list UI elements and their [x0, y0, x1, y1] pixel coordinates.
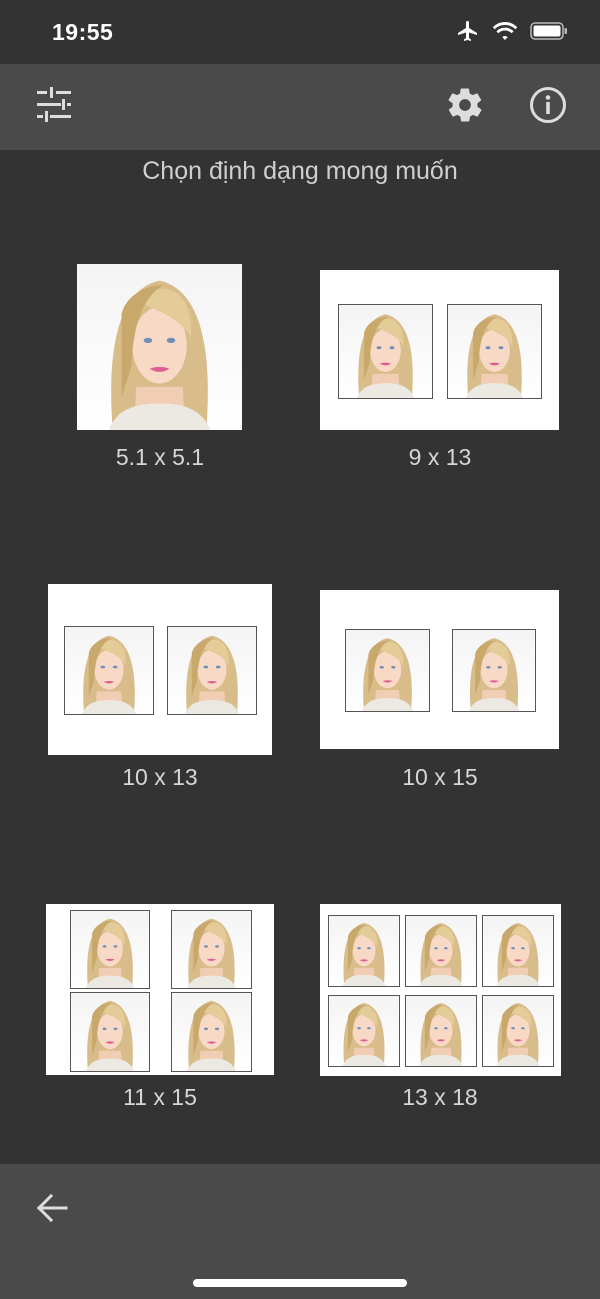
- format-label: 11 x 15: [123, 1084, 197, 1110]
- back-button[interactable]: [30, 1188, 74, 1232]
- format-label: 9 x 13: [408, 444, 472, 470]
- bottom-bar: [0, 1164, 600, 1299]
- portrait-image: [419, 923, 463, 986]
- portrait-image: [342, 1003, 386, 1066]
- format-preview: [77, 264, 242, 430]
- portrait-image: [496, 1003, 540, 1066]
- id-photo-thumbnail: [171, 910, 252, 989]
- format-label: 10 x 13: [122, 764, 198, 790]
- status-bar: 19:55: [0, 0, 600, 64]
- id-photo-thumbnail: [328, 915, 400, 987]
- portrait-image: [362, 638, 413, 711]
- status-time: 19:55: [52, 19, 114, 45]
- id-photo-thumbnail: [345, 629, 430, 712]
- id-photo-thumbnail: [452, 629, 536, 712]
- status-icons: [456, 20, 568, 46]
- top-toolbar: [0, 64, 600, 150]
- id-photo-thumbnail: [77, 264, 242, 430]
- portrait-image: [82, 635, 136, 714]
- format-label: 10 x 15: [402, 764, 478, 790]
- format-option-11x15[interactable]: 11 x 15: [40, 904, 280, 1114]
- id-photo-thumbnail: [405, 995, 477, 1067]
- id-photo-thumbnail: [338, 304, 433, 399]
- home-indicator: [193, 1279, 407, 1287]
- battery-icon: [530, 21, 568, 46]
- id-photo-thumbnail: [171, 992, 252, 1072]
- id-photo-thumbnail: [328, 995, 400, 1067]
- format-label: 13 x 18: [402, 1084, 478, 1110]
- portrait-image: [419, 1003, 463, 1066]
- format-option-10x13[interactable]: 10 x 13: [40, 584, 280, 794]
- format-picker-screen: 19:55 Chọn định dạng mong muốn 5.1 x 5.1…: [0, 0, 600, 1299]
- portrait-image: [496, 923, 540, 986]
- id-photo-thumbnail: [482, 915, 554, 987]
- id-photo-thumbnail: [447, 304, 542, 399]
- format-option-10x15[interactable]: 10 x 15: [320, 590, 560, 800]
- info-button[interactable]: [526, 85, 570, 129]
- portrait-image: [185, 635, 239, 714]
- sliders-button[interactable]: [32, 85, 76, 129]
- portrait-image: [187, 918, 236, 988]
- id-photo-thumbnail: [167, 626, 257, 715]
- back-arrow-icon: [35, 1191, 69, 1230]
- format-option-13x18[interactable]: 13 x 18: [320, 904, 561, 1114]
- portrait-image: [86, 1000, 134, 1071]
- info-icon: [528, 85, 568, 130]
- sliders-icon: [34, 85, 74, 130]
- portrait-image: [466, 314, 523, 398]
- wifi-icon: [492, 21, 518, 46]
- id-photo-thumbnail: [64, 626, 154, 715]
- format-preview: [48, 584, 272, 755]
- format-option-5x5[interactable]: 5.1 x 5.1: [40, 264, 280, 474]
- format-preview: [320, 270, 559, 430]
- gear-icon: [445, 85, 485, 130]
- format-label: 5.1 x 5.1: [115, 444, 205, 470]
- format-preview: [320, 590, 559, 749]
- id-photo-thumbnail: [405, 915, 477, 987]
- format-preview: [46, 904, 274, 1075]
- format-preview: [320, 904, 561, 1076]
- portrait-image: [86, 918, 134, 988]
- format-option-9x13[interactable]: 9 x 13: [320, 270, 560, 480]
- id-photo-thumbnail: [70, 992, 150, 1072]
- settings-button[interactable]: [443, 85, 487, 129]
- portrait-image: [108, 280, 211, 430]
- portrait-image: [357, 314, 414, 398]
- page-title: Chọn định dạng mong muốn: [142, 157, 458, 185]
- portrait-image: [342, 923, 386, 986]
- id-photo-thumbnail: [70, 910, 150, 989]
- portrait-image: [187, 1000, 236, 1071]
- id-photo-thumbnail: [482, 995, 554, 1067]
- airplane-icon: [456, 19, 480, 48]
- portrait-image: [468, 638, 520, 711]
